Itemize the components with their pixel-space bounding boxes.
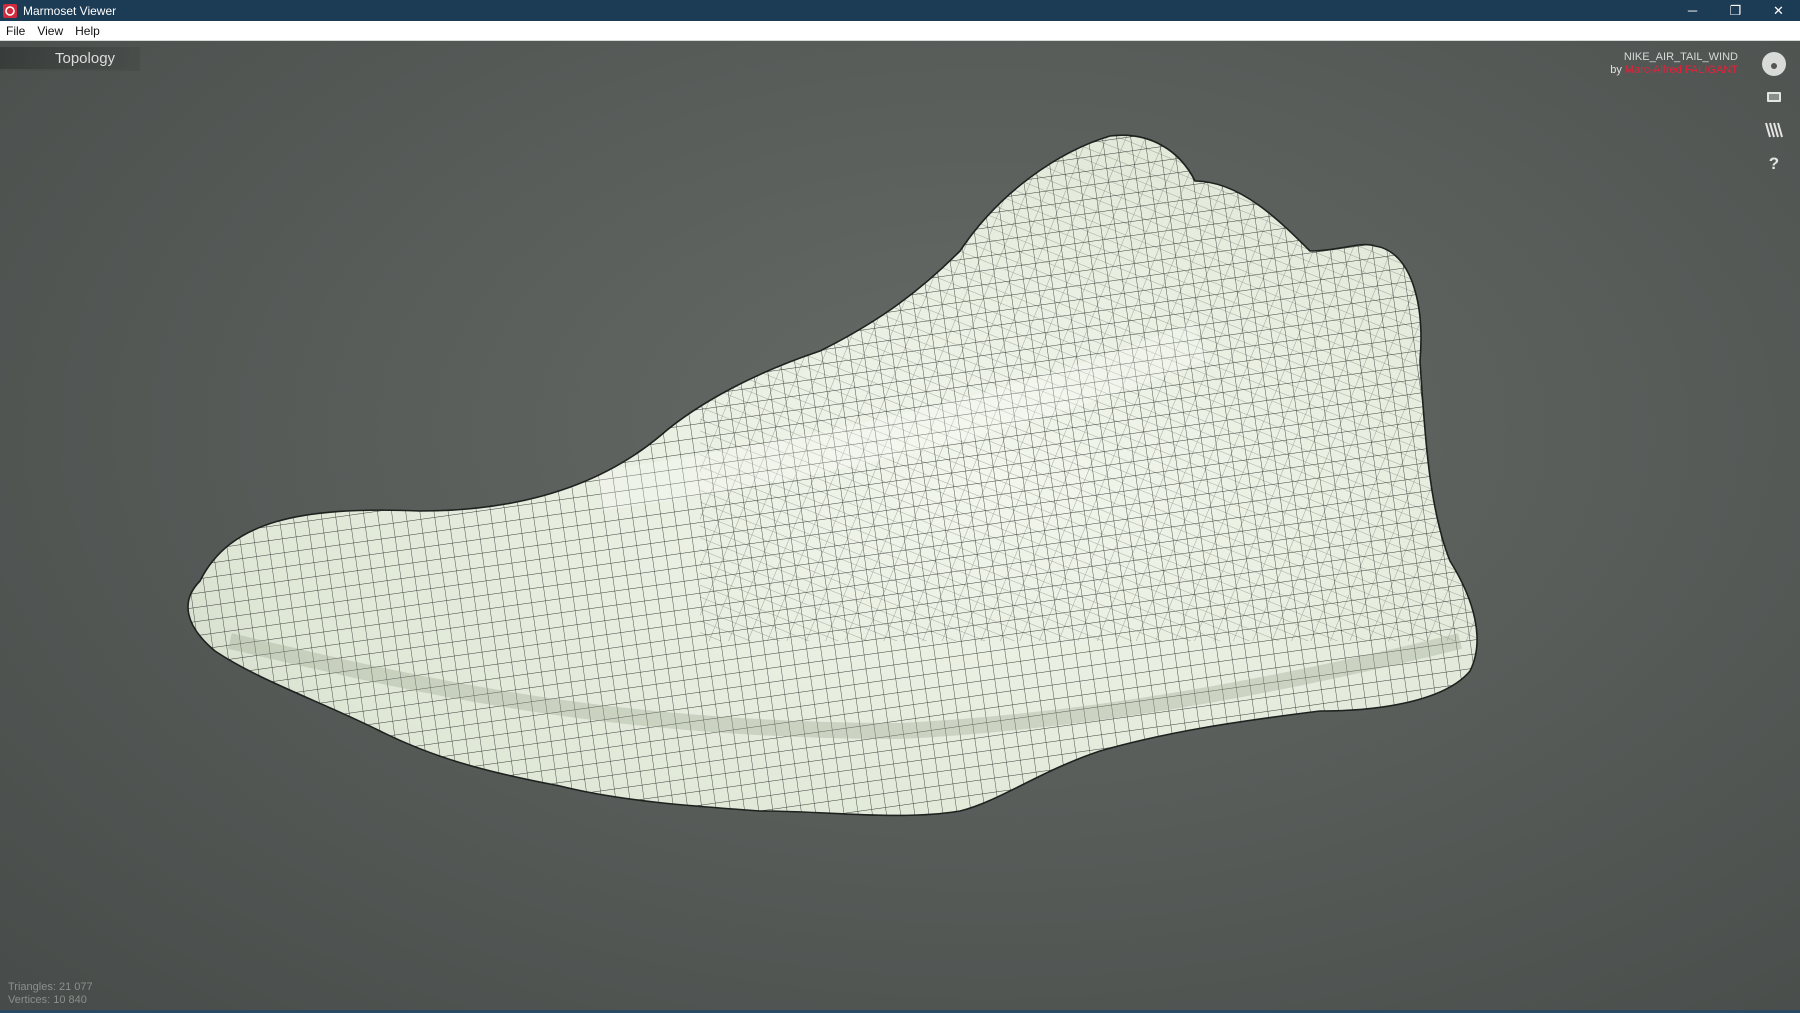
close-button[interactable]: ✕	[1757, 0, 1800, 21]
shoe-wireframe-model[interactable]	[0, 41, 1800, 1013]
mode-label-topology[interactable]: Topology	[0, 47, 140, 71]
minimize-button[interactable]: ─	[1671, 0, 1714, 21]
menu-file[interactable]: File	[6, 24, 25, 38]
help-icon[interactable]: ?	[1759, 148, 1789, 178]
mesh-stats: Triangles: 21 077 Vertices: 10 840	[8, 981, 93, 1007]
svg-text:?: ?	[1769, 154, 1779, 173]
window-title: Marmoset Viewer	[23, 3, 117, 18]
model-name: NIKE_AIR_TAIL_WIND	[1623, 51, 1738, 63]
title-bar[interactable]: Marmoset Viewer ─ ❐ ✕	[0, 0, 1800, 21]
author-prefix: by	[1610, 64, 1622, 76]
author-link[interactable]: Marc-Alfred FALIGANT	[1625, 64, 1738, 76]
menu-help[interactable]: Help	[75, 24, 100, 38]
triangle-count: Triangles: 21 077	[8, 981, 93, 993]
viewer-toolbar: ?	[1756, 49, 1792, 181]
vertex-count: Vertices: 10 840	[8, 994, 87, 1006]
fullscreen-icon[interactable]	[1759, 82, 1789, 112]
avatar-icon[interactable]	[1759, 49, 1789, 79]
model-author-line: by Marc-Alfred FALIGANT	[1610, 64, 1738, 77]
restore-button[interactable]: ❐	[1714, 0, 1757, 21]
menu-bar: File View Help	[0, 21, 1800, 41]
render-mode-icon[interactable]	[1759, 115, 1789, 145]
model-info: NIKE_AIR_TAIL_WIND by Marc-Alfred FALIGA…	[1610, 51, 1738, 77]
3d-viewport[interactable]: Topology NIKE_AIR_TAIL_WIND by Marc-Alfr…	[0, 41, 1800, 1013]
marmoset-logo-icon	[3, 3, 17, 18]
marmoset-viewer-window: Marmoset Viewer ─ ❐ ✕ File View Help Top…	[0, 0, 1800, 1013]
menu-view[interactable]: View	[37, 24, 63, 38]
